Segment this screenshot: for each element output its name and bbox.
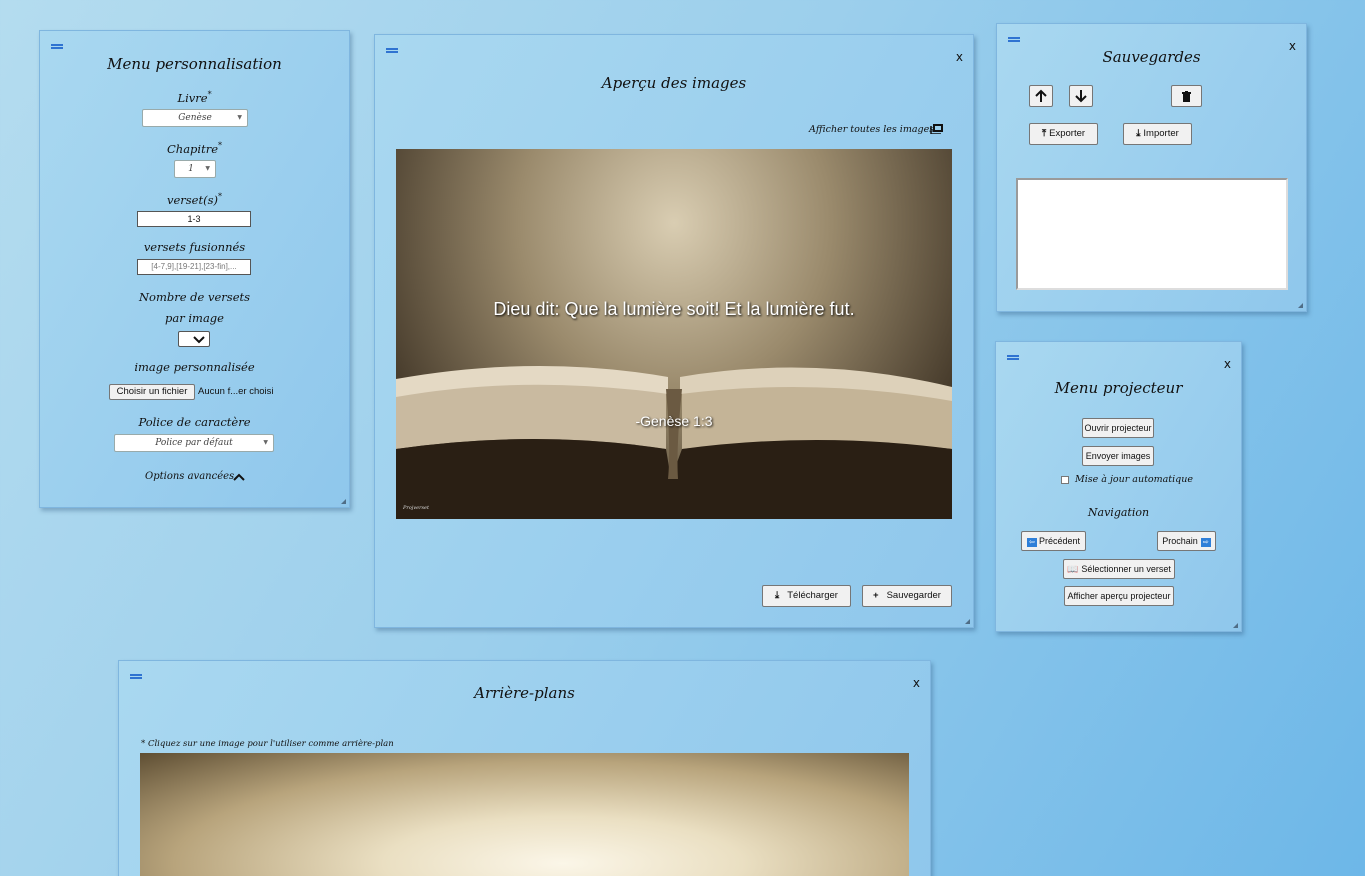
auto-update-checkbox[interactable] — [1061, 476, 1069, 484]
resize-handle-icon[interactable] — [341, 499, 346, 504]
panel-title: Menu projecteur — [1054, 379, 1183, 397]
preview-panel: x Aperçu des images Afficher toutes les … — [374, 34, 974, 628]
versets-input[interactable]: 1-3 — [137, 211, 251, 227]
arrow-right-icon: ⇨ — [1200, 538, 1211, 547]
verse-reference: -Genèse 1:3 — [635, 413, 713, 429]
panel-title: Arrière-plans — [474, 684, 575, 702]
arrow-left-icon: ⇦ — [1026, 538, 1037, 547]
choose-file-button[interactable]: Choisir un fichier — [109, 384, 195, 400]
auto-update-label: Mise à jour automatique — [1075, 474, 1193, 485]
book-illustration — [396, 365, 952, 519]
drag-handle-icon[interactable] — [130, 674, 142, 679]
advanced-options-toggle[interactable]: Options avancées — [145, 471, 234, 482]
preview-image: Dieu dit: Que la lumière soit! Et la lum… — [396, 149, 952, 519]
livre-label: Livre* — [177, 90, 212, 105]
versets-label: verset(s)* — [166, 192, 222, 207]
download-icon: ⤓ — [775, 590, 780, 601]
show-projector-preview-button[interactable]: Afficher aperçu projecteur — [1064, 586, 1174, 606]
backgrounds-panel: x Arrière-plans * Cliquez sur une image … — [118, 660, 931, 876]
trash-icon — [1182, 91, 1191, 102]
resize-handle-icon[interactable] — [965, 619, 970, 624]
move-down-button[interactable] — [1069, 85, 1093, 107]
panel-title: Sauvegardes — [1102, 48, 1201, 66]
drag-handle-icon[interactable] — [51, 44, 63, 49]
export-button[interactable]: ⤒ Exporter — [1029, 123, 1098, 145]
navigation-label: Navigation — [1087, 506, 1150, 519]
police-label: Police de caractère — [138, 415, 251, 429]
panel-title: Menu personnalisation — [107, 55, 282, 73]
select-verse-button[interactable]: 📖 Sélectionner un verset — [1063, 559, 1175, 579]
watermark: Projverset — [403, 505, 430, 511]
send-images-button[interactable]: Envoyer images — [1082, 446, 1154, 466]
background-thumbnail[interactable] — [140, 753, 909, 876]
arrow-down-icon — [1075, 90, 1087, 103]
nombre-select[interactable] — [178, 331, 210, 347]
move-up-button[interactable] — [1029, 85, 1053, 107]
images-icon — [930, 124, 943, 134]
nombre-label: Nombre de versets — [138, 290, 251, 304]
close-button[interactable]: x — [1224, 357, 1231, 371]
nombre-label-2: par image — [165, 311, 224, 325]
close-button[interactable]: x — [956, 50, 963, 64]
show-all-images-link[interactable]: Afficher toutes les images — [809, 124, 934, 135]
previous-button[interactable]: ⇦ Précédent — [1021, 531, 1086, 551]
customization-panel: Menu personnalisation Livre* Genèse ▼ Cha… — [39, 30, 350, 508]
panel-title: Aperçu des images — [601, 74, 747, 92]
chapitre-label: Chapitre* — [166, 141, 223, 156]
resize-handle-icon[interactable] — [1233, 623, 1238, 628]
download-button[interactable]: ⤓ Télécharger — [762, 585, 851, 607]
fusion-input[interactable]: [4-7,9],[19-21],[23-fin],... — [137, 259, 251, 275]
backgrounds-hint: * Cliquez sur une image pour l'utiliser … — [141, 739, 394, 749]
projector-panel: x Menu projecteur Ouvrir projecteur Envo… — [995, 341, 1242, 632]
resize-handle-icon[interactable] — [1298, 303, 1303, 308]
saves-panel: x Sauvegardes ⤒ Exporter ⤓ Importer — [996, 23, 1307, 312]
drag-handle-icon[interactable] — [1008, 37, 1020, 42]
chevron-down-icon — [193, 336, 205, 344]
arrow-up-icon — [1035, 89, 1047, 102]
drag-handle-icon[interactable] — [1007, 355, 1019, 360]
upload-icon: ⤒ — [1041, 128, 1047, 139]
save-button[interactable]: + Sauvegarder — [862, 585, 952, 607]
open-projector-button[interactable]: Ouvrir projecteur — [1082, 418, 1154, 438]
chevron-up-icon[interactable] — [233, 473, 245, 481]
saves-list[interactable] — [1016, 178, 1288, 290]
fusion-label: versets fusionnés — [143, 240, 246, 254]
file-status: Aucun f...er choisi — [198, 386, 274, 397]
download-icon: ⤓ — [1136, 128, 1141, 139]
chapitre-select[interactable]: 1 ▼ — [174, 160, 216, 178]
plus-icon: + — [873, 590, 879, 601]
next-button[interactable]: Prochain ⇨ — [1157, 531, 1216, 551]
police-select[interactable]: Police par défaut ▼ — [114, 434, 274, 452]
verse-text: Dieu dit: Que la lumière soit! Et la lum… — [493, 299, 855, 319]
drag-handle-icon[interactable] — [386, 48, 398, 53]
image-label: image personnalisée — [134, 360, 255, 374]
import-button[interactable]: ⤓ Importer — [1123, 123, 1192, 145]
delete-button[interactable] — [1171, 85, 1202, 107]
book-icon: 📖 — [1067, 564, 1079, 574]
livre-select[interactable]: Genèse ▼ — [142, 109, 248, 127]
